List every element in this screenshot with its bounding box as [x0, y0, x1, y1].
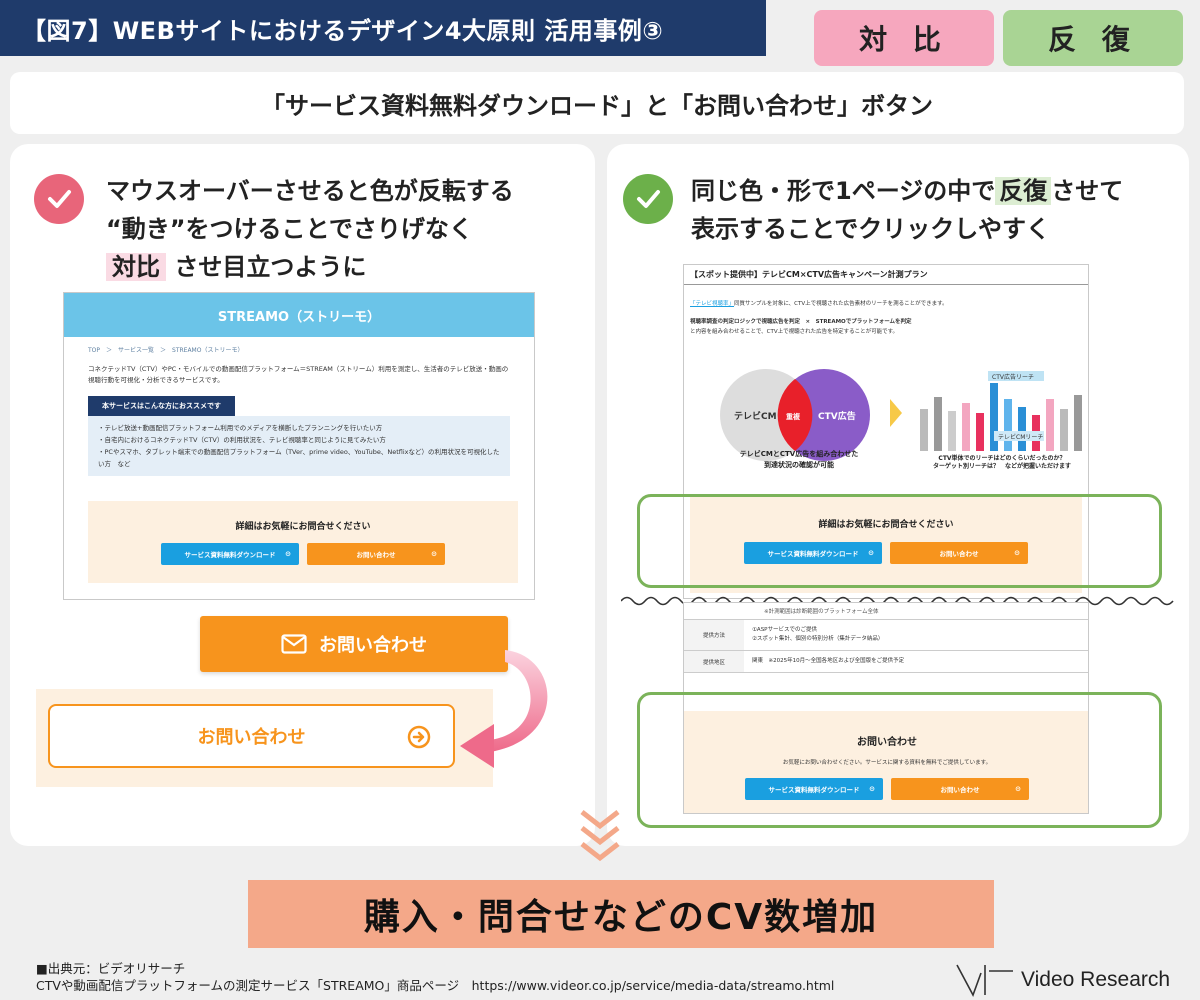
page-title: 【図7】WEBサイトにおけるデザイン4大原則 活用事例③	[0, 0, 766, 56]
left-panel: マウスオーバーさせると色が反転する “動き”をつけることでさりげなく 対比 させ…	[10, 144, 595, 846]
chevron-down-icon	[580, 810, 620, 862]
check-icon	[34, 174, 84, 224]
curved-arrow-icon	[460, 650, 548, 768]
bars-label-top: CTV広告リーチ	[992, 373, 1034, 381]
bars-caption-1: CTV単体でのリーチはどのくらいだったのか？	[938, 455, 1066, 462]
mockup-title: 【スポット提供中】テレビCM×CTV広告キャンペーン計測プラン	[684, 265, 1088, 285]
subtitle: 「サービス資料無料ダウンロード」と「お問い合わせ」ボタン	[10, 72, 1184, 134]
contact-button-hover[interactable]: お問い合わせ	[48, 704, 455, 768]
mockup-description: コネクテッドTV（CTV）やPC・モバイルでの動画配信プラットフォーム＝STRE…	[88, 365, 509, 384]
download-button-label: サービス資料無料ダウンロード	[184, 551, 276, 559]
mockup-header: STREAMO（ストリーモ）	[64, 293, 534, 337]
left-heading: マウスオーバーさせると色が反転する “動き”をつけることでさりげなく 対比 させ…	[106, 172, 586, 286]
contrast-highlight: 対比	[106, 253, 166, 281]
right-panel: 同じ色・形で1ページの中で 反復 させて 表示することでクリックしやすく 【スポット…	[607, 144, 1189, 846]
logo-mark-icon	[956, 964, 1013, 997]
venn-right-label: CTV広告	[818, 410, 856, 422]
right-heading-post: させて	[1051, 177, 1124, 205]
result-banner: 購入・問合せなどのCV数増加	[248, 880, 994, 948]
list-item: ・PCやスマホ、タブレット端末での動画配信プラットフォーム（TVer、prime…	[98, 448, 500, 468]
mockup-text-3: と内容を組み合わせることで、CTV上で視聴された広告を特定することが可能です。	[690, 329, 899, 335]
breadcrumb[interactable]: TOP ＞ サービス一覧 ＞ STREAMO（ストリーモ）	[88, 345, 510, 354]
reach-bar-chart: CTV広告リーチ テレビCMリーチ	[920, 371, 1082, 451]
row-value: 関東 ※2025年10月～全国各地区および全国版をご提供予定	[752, 658, 905, 664]
left-heading-line1: マウスオーバーさせると色が反転する	[106, 177, 514, 205]
repeat-tag: 反 復	[1003, 10, 1183, 66]
source-line-2: CTVや動画配信プラットフォームの測定サービス「STREAMO」商品ページ ht…	[36, 978, 835, 993]
venn-caption-1: テレビCMとCTV広告を組み合わせた	[739, 450, 859, 458]
arrow-circle-icon	[407, 725, 431, 749]
left-heading-line3: させ目立つように	[174, 253, 367, 281]
repeat-highlight-frame	[637, 692, 1162, 828]
venn-caption-2: 到達状況の確認が可能	[764, 461, 834, 469]
recommend-label: 本サービスはこんな方におススメです	[88, 396, 235, 416]
bars-label-mid: テレビCMリーチ	[998, 433, 1043, 441]
bars-caption: CTV単体でのリーチはどのくらいだったのか？ ターゲット別リーチは？ などが把握…	[916, 455, 1088, 471]
mockup-text-2: 視聴率調査の判定ロジックで視聴広告を判定 × STREAMOでプラットフォームを…	[690, 319, 912, 325]
arrow-right-icon	[890, 399, 902, 427]
venn-caption: テレビCMとCTV広告を組み合わせた 到達状況の確認が可能	[714, 449, 884, 471]
list-item: ・テレビ放送+動画配信プラットフォーム利用でのメディアを横断したプランニングを行…	[98, 424, 383, 432]
row-value: ①ASPサービスでのご提供	[752, 627, 818, 633]
repeat-highlight: 反復	[995, 177, 1052, 205]
tv-rating-link[interactable]: 「テレビ視聴率」	[690, 301, 734, 307]
right-heading-pre: 同じ色・形で1ページの中で	[691, 177, 996, 205]
cta-section: 詳細はお気軽にお問合せください サービス資料無料ダウンロード ⊝ お問い合わせ ⊝	[88, 501, 518, 583]
right-heading: 同じ色・形で1ページの中で 反復 させて 表示することでクリックしやすく	[691, 172, 1186, 248]
table-row: 提供方法 ①ASPサービスでのご提供 ②スポット集計、個別の特別分析（集計データ…	[684, 620, 1088, 651]
contact-button[interactable]: お問い合わせ ⊝	[307, 543, 445, 565]
arrow-circle-icon: ⊝	[285, 550, 291, 558]
cta-title: 詳細はお気軽にお問合せください	[235, 522, 371, 532]
source-line-1: ■出典元：ビデオリサーチ	[36, 961, 186, 976]
contact-button-label: お問い合わせ	[356, 551, 396, 559]
left-heading-line2: “動き”をつけることでさりげなく	[106, 215, 473, 243]
table-row: 提供地区 関東 ※2025年10月～全国各地区および全国版をご提供予定	[684, 651, 1088, 673]
recommend-list: ・テレビ放送+動画配信プラットフォーム利用でのメディアを横断したプランニングを行…	[88, 416, 510, 476]
row-label: 提供方法	[684, 620, 744, 650]
arrow-circle-icon: ⊝	[431, 550, 437, 558]
bars-caption-2: ターゲット別リーチは？ などが把握いただけます	[932, 463, 1071, 470]
row-value: ②スポット集計、個別の特別分析（集計データ納品）	[752, 636, 884, 642]
venn-left-label: テレビCM	[734, 410, 777, 422]
venn-overlap-label: 重複	[786, 412, 801, 421]
contact-button-hover-label: お問い合わせ	[197, 727, 306, 748]
download-button[interactable]: サービス資料無料ダウンロード ⊝	[161, 543, 299, 565]
row-label: 提供地区	[684, 651, 744, 672]
contact-button-normal-label: お問い合わせ	[319, 635, 427, 656]
streamo-page-mockup: STREAMO（ストリーモ） TOP ＞ サービス一覧 ＞ STREAMO（スト…	[63, 292, 535, 600]
top-note: ※計測範囲は診断範囲のプラットフォーム全体	[684, 603, 1088, 620]
repeat-highlight-frame	[637, 494, 1162, 588]
mockup-text-1: 同質サンプルを対象に、CTV上で視聴された広告素材のリーチを測ることができます。	[734, 301, 948, 307]
logo-text: Video Research	[1021, 968, 1171, 991]
right-heading-line2: 表示することでクリックしやすく	[691, 215, 1051, 243]
mail-icon	[281, 634, 307, 654]
video-research-logo: Video Research	[955, 962, 1185, 998]
source-note: ■出典元：ビデオリサーチ CTVや動画配信プラットフォームの測定サービス「STR…	[36, 960, 834, 994]
contrast-tag: 対 比	[814, 10, 994, 66]
mockup-text: 「テレビ視聴率」同質サンプルを対象に、CTV上で視聴された広告素材のリーチを測る…	[690, 299, 1082, 337]
list-item: ・自宅内におけるコネクテッドTV（CTV）の利用状況を、テレビ視聴率と同じように…	[98, 436, 386, 444]
check-icon	[623, 174, 673, 224]
